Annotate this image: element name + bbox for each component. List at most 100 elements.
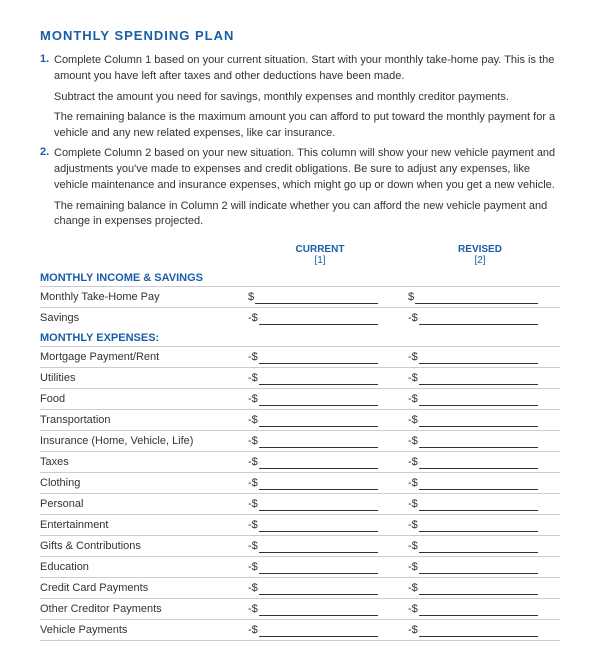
current-input-field: -$ [240, 560, 400, 574]
current-underline[interactable] [259, 560, 378, 574]
table-row: Food -$ -$ [40, 388, 560, 409]
current-dollar: -$ [248, 498, 258, 510]
instruction-text-2: Complete Column 2 based on your new situ… [54, 146, 560, 194]
revised-num: [2] [400, 255, 560, 266]
section-header-label-3: Monthly Expenses: [40, 332, 560, 344]
current-input-field: -$ [240, 539, 400, 553]
instruction-2: 2.Complete Column 2 based on your new si… [40, 146, 560, 194]
current-underline[interactable] [259, 392, 378, 406]
revised-underline[interactable] [419, 311, 538, 325]
row-label: Transportation [40, 414, 240, 426]
instruction-1-sub-1: Subtract the amount you need for savings… [54, 90, 560, 106]
revised-input-field: $ [400, 290, 560, 304]
revised-underline[interactable] [419, 350, 538, 364]
current-underline[interactable] [259, 455, 378, 469]
current-input-field: -$ [240, 434, 400, 448]
revised-input-field: -$ [400, 350, 560, 364]
table-row: Utilities -$ -$ [40, 367, 560, 388]
current-underline[interactable] [259, 413, 378, 427]
current-underline[interactable] [255, 290, 378, 304]
revised-underline[interactable] [419, 476, 538, 490]
current-dollar: -$ [248, 582, 258, 594]
current-underline[interactable] [259, 434, 378, 448]
revised-input-field: -$ [400, 623, 560, 637]
current-underline[interactable] [259, 497, 378, 511]
revised-underline[interactable] [419, 581, 538, 595]
current-underline[interactable] [259, 371, 378, 385]
current-underline[interactable] [259, 518, 378, 532]
revised-dollar: -$ [408, 456, 418, 468]
table-row: Vehicle Payments -$ -$ [40, 619, 560, 641]
revised-dollar: -$ [408, 603, 418, 615]
revised-underline[interactable] [419, 455, 538, 469]
revised-dollar: $ [408, 291, 414, 303]
instruction-1-sub-2: The remaining balance is the maximum amo… [54, 110, 560, 142]
revised-input-field: -$ [400, 602, 560, 616]
current-underline[interactable] [259, 539, 378, 553]
table-row: Entertainment -$ -$ [40, 514, 560, 535]
revised-underline[interactable] [419, 371, 538, 385]
revised-input-field: -$ [400, 311, 560, 325]
revised-underline[interactable] [419, 392, 538, 406]
instruction-1: 1.Complete Column 1 based on your curren… [40, 53, 560, 85]
current-input-field: -$ [240, 455, 400, 469]
current-dollar: -$ [248, 351, 258, 363]
revised-underline[interactable] [419, 413, 538, 427]
row-label: Other Creditor Payments [40, 603, 240, 615]
revised-underline[interactable] [419, 623, 538, 637]
revised-dollar: -$ [408, 477, 418, 489]
revised-underline[interactable] [419, 539, 538, 553]
revised-input-field: -$ [400, 518, 560, 532]
instructions-section: 1.Complete Column 1 based on your curren… [40, 53, 560, 230]
revised-input-field: -$ [400, 434, 560, 448]
row-label: Taxes [40, 456, 240, 468]
revised-underline[interactable] [419, 602, 538, 616]
table-section: Current [1] Revised [2] Monthly Income &… [40, 244, 560, 641]
current-underline[interactable] [259, 581, 378, 595]
row-label: Clothing [40, 477, 240, 489]
current-dollar: -$ [248, 603, 258, 615]
current-dollar: -$ [248, 435, 258, 447]
revised-input-field: -$ [400, 581, 560, 595]
section-header-3: Monthly Expenses: [40, 328, 560, 346]
current-dollar: $ [248, 291, 254, 303]
current-dollar: -$ [248, 456, 258, 468]
current-dollar: -$ [248, 393, 258, 405]
revised-dollar: -$ [408, 624, 418, 636]
section-header-label-0: Monthly Income & Savings [40, 272, 560, 284]
row-label: Gifts & Contributions [40, 540, 240, 552]
current-input-field: -$ [240, 350, 400, 364]
current-dollar: -$ [248, 540, 258, 552]
revised-input-field: -$ [400, 497, 560, 511]
current-input-field: -$ [240, 518, 400, 532]
current-underline[interactable] [259, 311, 378, 325]
revised-input-field: -$ [400, 476, 560, 490]
current-input-field: -$ [240, 602, 400, 616]
revised-input-field: -$ [400, 455, 560, 469]
table-row: Insurance (Home, Vehicle, Life) -$ -$ [40, 430, 560, 451]
current-underline[interactable] [259, 350, 378, 364]
revised-header: Revised [400, 244, 560, 255]
table-row: Transportation -$ -$ [40, 409, 560, 430]
row-label: Utilities [40, 372, 240, 384]
revised-dollar: -$ [408, 561, 418, 573]
revised-underline[interactable] [419, 434, 538, 448]
revised-input-field: -$ [400, 539, 560, 553]
revised-input-field: -$ [400, 560, 560, 574]
revised-underline[interactable] [419, 518, 538, 532]
table-row: Clothing -$ -$ [40, 472, 560, 493]
table-row: Taxes -$ -$ [40, 451, 560, 472]
revised-underline[interactable] [419, 560, 538, 574]
current-input-field: -$ [240, 476, 400, 490]
current-underline[interactable] [259, 602, 378, 616]
current-dollar: -$ [248, 519, 258, 531]
current-underline[interactable] [259, 623, 378, 637]
revised-dollar: -$ [408, 582, 418, 594]
table-row: Education -$ -$ [40, 556, 560, 577]
table-row: Gifts & Contributions -$ -$ [40, 535, 560, 556]
row-label: Monthly Take-Home Pay [40, 291, 240, 303]
revised-underline[interactable] [415, 290, 538, 304]
revised-underline[interactable] [419, 497, 538, 511]
current-underline[interactable] [259, 476, 378, 490]
row-label: Personal [40, 498, 240, 510]
